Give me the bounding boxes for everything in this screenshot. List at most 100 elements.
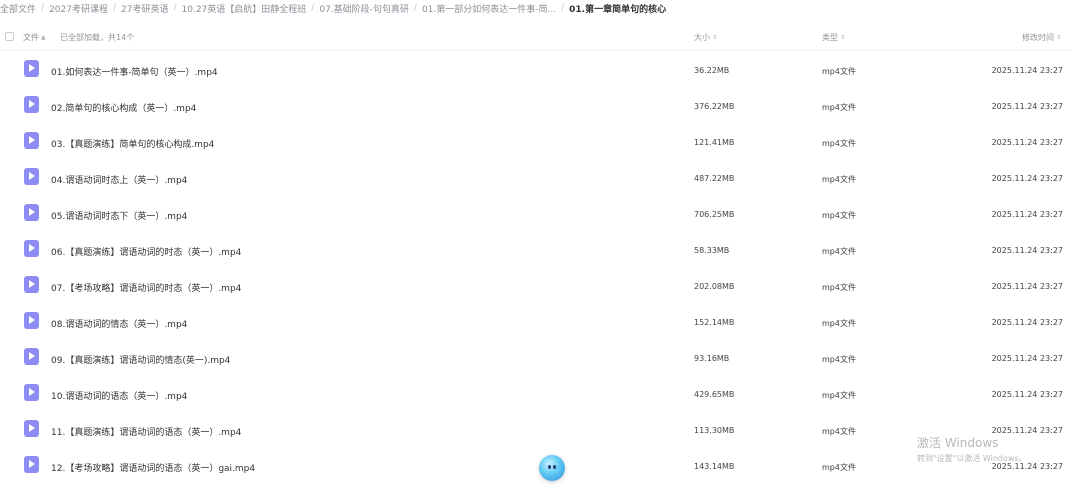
file-modified-time: 2025.11.24 23:27 [991,210,1063,219]
file-modified-time: 2025.11.24 23:27 [991,318,1063,327]
file-row[interactable]: 10.谓语动词的语态（英一）.mp4 429.65MB mp4文件 2025.1… [0,376,1072,412]
file-size: 58.33MB [694,246,730,255]
file-type: mp4文件 [822,463,856,472]
breadcrumb-separator: / [112,3,117,13]
file-name[interactable]: 08.谓语动词的情态（英一）.mp4 [51,317,187,330]
file-name[interactable]: 01.如何表达一件事-简单句（英一）.mp4 [51,65,218,78]
file-list: 01.如何表达一件事-简单句（英一）.mp4 36.22MB mp4文件 202… [0,52,1072,484]
file-row[interactable]: 07.【考场攻略】谓语动词的时态（英一）.mp4 202.08MB mp4文件 … [0,268,1072,304]
file-name[interactable]: 10.谓语动词的语态（英一）.mp4 [51,389,187,402]
time-column-label: 修改时间 [1022,33,1054,42]
loaded-count: 已全部加载，共14个 [60,32,134,43]
breadcrumb-separator: / [311,3,315,13]
file-type: mp4文件 [822,67,856,76]
file-name[interactable]: 06.【真题演练】谓语动词的时态（英一）.mp4 [51,245,241,258]
sort-icon: ⇕ [712,34,718,41]
breadcrumb-part-one[interactable]: 01.第一部分如何表达一件事-简... [422,2,556,15]
file-type: mp4文件 [822,283,856,292]
file-modified-time: 2025.11.24 23:27 [991,174,1063,183]
file-name[interactable]: 07.【考场攻略】谓语动词的时态（英一）.mp4 [51,281,241,294]
file-modified-time: 2025.11.24 23:27 [991,390,1063,399]
file-modified-time: 2025.11.24 23:27 [991,246,1063,255]
sort-icon: ⇕ [840,34,846,41]
breadcrumb-basic-stage[interactable]: 07.基础阶段-句句真研 [319,2,409,15]
breadcrumb: 全部文件 / 2027考研课程 / 27考研英语 / 10.27英语【启航】田静全程班… [0,0,1080,16]
breadcrumb-separator: / [173,3,177,13]
file-name[interactable]: 12.【考场攻略】谓语动词的语态（英一）gai.mp4 [51,461,255,474]
video-file-icon [24,204,39,221]
file-type: mp4文件 [822,355,856,364]
video-file-icon [24,240,39,257]
sort-icon: ▲ [41,34,46,41]
video-file-icon [24,168,39,185]
video-file-icon [24,384,39,401]
file-name[interactable]: 03.【真题演练】简单句的核心构成.mp4 [51,137,214,150]
file-name[interactable]: 05.谓语动词时态下（英一）.mp4 [51,209,187,222]
windows-activation-watermark: 激活 Windows 转到"设置"以激活 Windows。 [917,434,1027,464]
file-size: 143.14MB [694,462,735,471]
size-column-label: 大小 [694,33,710,42]
file-name[interactable]: 02.简单句的核心构成（英一）.mp4 [51,101,196,114]
file-size: 202.08MB [694,282,735,291]
file-row[interactable]: 08.谓语动词的情态（英一）.mp4 152.14MB mp4文件 2025.1… [0,304,1072,340]
file-size: 429.65MB [694,390,735,399]
file-size: 376.22MB [694,102,735,111]
breadcrumb-all-files[interactable]: 全部文件 [0,2,36,15]
video-file-icon [24,348,39,365]
breadcrumb-current-folder: 01.第一章简单句的核心 [569,4,667,15]
type-column-header[interactable]: 类型 ⇕ [822,32,845,43]
file-size: 706.25MB [694,210,735,219]
file-modified-time: 2025.11.24 23:27 [991,102,1063,111]
file-type: mp4文件 [822,211,856,220]
file-type: mp4文件 [822,139,856,148]
file-row[interactable]: 01.如何表达一件事-简单句（英一）.mp4 36.22MB mp4文件 202… [0,52,1072,88]
name-column-label: 文件 [23,33,39,42]
file-row[interactable]: 04.谓语动词时态上（英一）.mp4 487.22MB mp4文件 2025.1… [0,160,1072,196]
file-row[interactable]: 09.【真题演练】谓语动词的情态(英一).mp4 93.16MB mp4文件 2… [0,340,1072,376]
file-name[interactable]: 04.谓语动词时态上（英一）.mp4 [51,173,187,186]
file-modified-time: 2025.11.24 23:27 [991,138,1063,147]
file-row[interactable]: 05.谓语动词时态下（英一）.mp4 706.25MB mp4文件 2025.1… [0,196,1072,232]
sort-icon: ⇕ [1056,34,1062,41]
file-list-header: 文件 ▲ 已全部加载，共14个 大小 ⇕ 类型 ⇕ 修改时间 ⇕ [0,24,1072,51]
file-type: mp4文件 [822,247,856,256]
breadcrumb-27-english[interactable]: 27考研英语 [121,2,168,15]
video-file-icon [24,312,39,329]
file-row[interactable]: 03.【真题演练】简单句的核心构成.mp4 121.41MB mp4文件 202… [0,124,1072,160]
assistant-mascot-icon[interactable] [539,455,565,481]
breadcrumb-full-course[interactable]: 10.27英语【启航】田静全程班 [182,2,307,15]
watermark-title: 激活 Windows [917,436,999,450]
file-size: 36.22MB [694,66,730,75]
file-row[interactable]: 12.【考场攻略】谓语动词的语态（英一）gai.mp4 143.14MB mp4… [0,448,1072,484]
loaded-count-text: 已全部加载，共14个 [60,33,135,42]
file-size: 487.22MB [694,174,735,183]
select-all-checkbox[interactable] [5,32,14,41]
file-row[interactable]: 11.【真题演练】谓语动词的语态（英一）.mp4 113.30MB mp4文件 … [0,412,1072,448]
file-name[interactable]: 09.【真题演练】谓语动词的情态(英一).mp4 [51,353,230,366]
file-row[interactable]: 06.【真题演练】谓语动词的时态（英一）.mp4 58.33MB mp4文件 2… [0,232,1072,268]
breadcrumb-2027-courses[interactable]: 2027考研课程 [49,2,108,15]
file-size: 121.41MB [694,138,735,147]
file-size: 152.14MB [694,318,735,327]
file-type: mp4文件 [822,391,856,400]
name-column-header[interactable]: 文件 ▲ [23,32,46,43]
video-file-icon [24,456,39,473]
breadcrumb-separator: / [41,3,45,13]
file-modified-time: 2025.11.24 23:27 [991,354,1063,363]
file-modified-time: 2025.11.24 23:27 [991,282,1063,291]
video-file-icon [24,60,39,77]
type-column-label: 类型 [822,33,838,42]
time-column-header[interactable]: 修改时间 ⇕ [1022,32,1061,43]
file-size: 113.30MB [694,426,735,435]
video-file-icon [24,420,39,437]
size-column-header[interactable]: 大小 ⇕ [694,32,717,43]
file-size: 93.16MB [694,354,730,363]
video-file-icon [24,96,39,113]
file-name[interactable]: 11.【真题演练】谓语动词的语态（英一）.mp4 [51,425,241,438]
video-file-icon [24,276,39,293]
file-row[interactable]: 02.简单句的核心构成（英一）.mp4 376.22MB mp4文件 2025.… [0,88,1072,124]
file-type: mp4文件 [822,427,856,436]
file-type: mp4文件 [822,319,856,328]
file-modified-time: 2025.11.24 23:27 [991,66,1063,75]
breadcrumb-separator: / [413,3,417,13]
